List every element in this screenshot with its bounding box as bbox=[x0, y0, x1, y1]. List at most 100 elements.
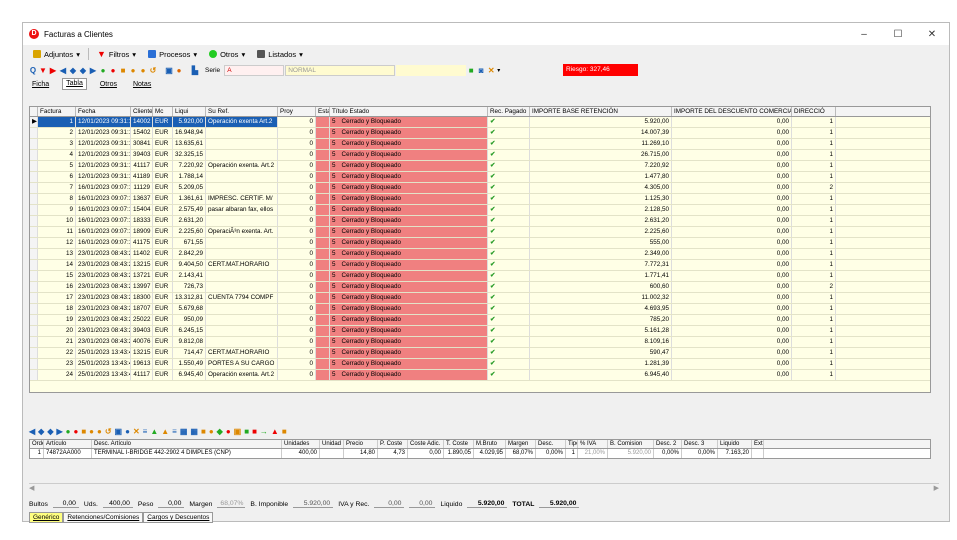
table-cell[interactable]: 0 bbox=[278, 205, 316, 215]
detail-column-header[interactable]: T. Coste bbox=[444, 440, 474, 448]
table-cell[interactable]: 23/01/2023 08:43:21 bbox=[76, 326, 131, 336]
table-cell[interactable]: EUR bbox=[153, 370, 173, 380]
table-cell[interactable]: 5 Cerrado y Bloqueado bbox=[330, 172, 488, 182]
table-cell[interactable]: 17 bbox=[38, 293, 76, 303]
table2-icon[interactable]: ■ bbox=[244, 427, 249, 439]
prev-record-icon[interactable]: ◆ bbox=[69, 66, 77, 75]
table-cell[interactable]: 0 bbox=[278, 282, 316, 292]
tools-line-icon[interactable]: ✕ bbox=[133, 427, 140, 439]
detail-cell[interactable]: 4.029,95 bbox=[474, 449, 506, 458]
table-cell[interactable]: 0,00 bbox=[672, 117, 792, 127]
table-cell[interactable]: 12/01/2023 09:31:14 bbox=[76, 139, 131, 149]
table-cell[interactable]: 0,00 bbox=[672, 359, 792, 369]
table-cell[interactable]: EUR bbox=[153, 238, 173, 248]
undo-icon[interactable]: ↺ bbox=[149, 66, 157, 75]
chevron-down-icon[interactable]: ▾ bbox=[497, 67, 500, 74]
table-cell[interactable]: 5 Cerrado y Bloqueado bbox=[330, 337, 488, 347]
scroll-right-icon[interactable]: ▶ bbox=[934, 484, 939, 492]
column-header[interactable]: IMPORTE DEL DESCUENTO COMERCIAL bbox=[672, 107, 792, 116]
table-cell[interactable]: 7.220,92 bbox=[530, 161, 672, 171]
table-cell[interactable] bbox=[206, 172, 278, 182]
chart-icon[interactable]: ▙ bbox=[191, 66, 199, 75]
table-cell[interactable]: EUR bbox=[153, 271, 173, 281]
detail-cell[interactable]: 0,00 bbox=[408, 449, 444, 458]
table-cell[interactable]: 0,00 bbox=[672, 139, 792, 149]
table-cell[interactable]: 1.477,80 bbox=[530, 172, 672, 182]
table-cell[interactable]: 4.693,95 bbox=[530, 304, 672, 314]
check-icon[interactable]: ✔ bbox=[488, 205, 530, 215]
filtros-button[interactable]: ▼ Filtros ▾ bbox=[93, 49, 140, 59]
first-icon[interactable]: ◀ bbox=[29, 427, 35, 439]
table-cell[interactable] bbox=[30, 315, 38, 325]
table-cell[interactable]: 0,00 bbox=[672, 304, 792, 314]
table-row[interactable]: 20 23/01/2023 08:43:21 39403 EUR 6.245,15 0 5 C… bbox=[30, 326, 930, 337]
table-cell[interactable]: 1 bbox=[792, 205, 836, 215]
table-cell[interactable]: 18 bbox=[38, 304, 76, 314]
users-icon[interactable]: ● bbox=[209, 427, 214, 439]
table-cell[interactable] bbox=[316, 139, 330, 149]
add-icon[interactable]: ● bbox=[99, 66, 107, 75]
table-cell[interactable] bbox=[206, 150, 278, 160]
table-cell[interactable]: 0 bbox=[278, 172, 316, 182]
table-cell[interactable]: EUR bbox=[153, 150, 173, 160]
detail-column-header[interactable]: Orden bbox=[30, 440, 44, 448]
last-record-icon[interactable]: ▶ bbox=[89, 66, 97, 75]
table-cell[interactable]: 1 bbox=[792, 216, 836, 226]
table-cell[interactable] bbox=[30, 238, 38, 248]
table-cell[interactable] bbox=[206, 326, 278, 336]
tab-ficha[interactable]: Ficha bbox=[29, 81, 52, 88]
table-cell[interactable]: 1 bbox=[792, 227, 836, 237]
table-cell[interactable] bbox=[206, 271, 278, 281]
detail-cell[interactable] bbox=[752, 449, 764, 458]
table-cell[interactable]: 2.842,29 bbox=[173, 249, 206, 259]
table-cell[interactable]: 4.305,00 bbox=[530, 183, 672, 193]
table-cell[interactable]: 22 bbox=[38, 348, 76, 358]
table-cell[interactable]: 0 bbox=[278, 227, 316, 237]
table-cell[interactable]: 0 bbox=[278, 139, 316, 149]
column-header[interactable]: Liqui bbox=[173, 107, 206, 116]
table-cell[interactable] bbox=[316, 304, 330, 314]
search-icon[interactable]: Q bbox=[29, 66, 37, 75]
table-cell[interactable]: 39403 bbox=[131, 326, 153, 336]
table-cell[interactable]: EUR bbox=[153, 304, 173, 314]
table-cell[interactable]: 0,00 bbox=[672, 216, 792, 226]
detail-cell[interactable]: 0,00% bbox=[654, 449, 682, 458]
table-cell[interactable]: 0 bbox=[278, 271, 316, 281]
table-cell[interactable] bbox=[30, 128, 38, 138]
scroll-left-icon[interactable]: ◀ bbox=[29, 485, 34, 492]
table-cell[interactable]: 0 bbox=[278, 293, 316, 303]
check-icon[interactable]: ✔ bbox=[488, 326, 530, 336]
table-cell[interactable]: EUR bbox=[153, 282, 173, 292]
table-cell[interactable]: 0,00 bbox=[672, 282, 792, 292]
table-cell[interactable] bbox=[206, 128, 278, 138]
user-icon[interactable]: ● bbox=[175, 66, 183, 75]
detail-column-header[interactable]: Desc. Artículo bbox=[92, 440, 282, 448]
table-cell[interactable] bbox=[206, 183, 278, 193]
edit2-icon[interactable]: ■ bbox=[282, 427, 287, 439]
table-cell[interactable]: IMPRESC. CERTIF. M/ bbox=[206, 194, 278, 204]
detail-grid[interactable]: OrdenArtículoDesc. ArtículoUnidadesUnida… bbox=[29, 439, 931, 459]
table-row[interactable]: 14 23/01/2023 08:43:20 13215 EUR 9.404,50 CER… bbox=[30, 260, 930, 271]
table-cell[interactable]: 23/01/2023 08:43:21 bbox=[76, 293, 131, 303]
check-icon[interactable]: ✔ bbox=[488, 139, 530, 149]
table-cell[interactable]: 1 bbox=[38, 117, 76, 127]
table-cell[interactable] bbox=[30, 271, 38, 281]
table-cell[interactable]: 11402 bbox=[131, 249, 153, 259]
detail-column-header[interactable]: Ext. bbox=[752, 440, 764, 448]
table-row[interactable]: 18 23/01/2023 08:43:21 18707 EUR 5.679,68 0 5 C… bbox=[30, 304, 930, 315]
table-cell[interactable]: 5 Cerrado y Bloqueado bbox=[330, 183, 488, 193]
table-cell[interactable]: OperaciÃ³n exenta. Art. bbox=[206, 227, 278, 237]
table-cell[interactable] bbox=[316, 337, 330, 347]
table-cell[interactable] bbox=[30, 370, 38, 380]
check-icon[interactable]: ✔ bbox=[488, 282, 530, 292]
table-cell[interactable]: 25/01/2023 13:43:49 bbox=[76, 348, 131, 358]
table-cell[interactable] bbox=[316, 282, 330, 292]
table-row[interactable]: 15 23/01/2023 08:43:21 13721 EUR 2.143,41 0 5 C… bbox=[30, 271, 930, 282]
table-cell[interactable]: 1 bbox=[792, 359, 836, 369]
table-cell[interactable]: 0,00 bbox=[672, 337, 792, 347]
check-icon[interactable]: ✔ bbox=[488, 370, 530, 380]
table-cell[interactable]: 0 bbox=[278, 326, 316, 336]
table-cell[interactable] bbox=[30, 260, 38, 270]
table-cell[interactable]: 10 bbox=[38, 216, 76, 226]
table-cell[interactable]: Operación exenta. Art.2 bbox=[206, 161, 278, 171]
